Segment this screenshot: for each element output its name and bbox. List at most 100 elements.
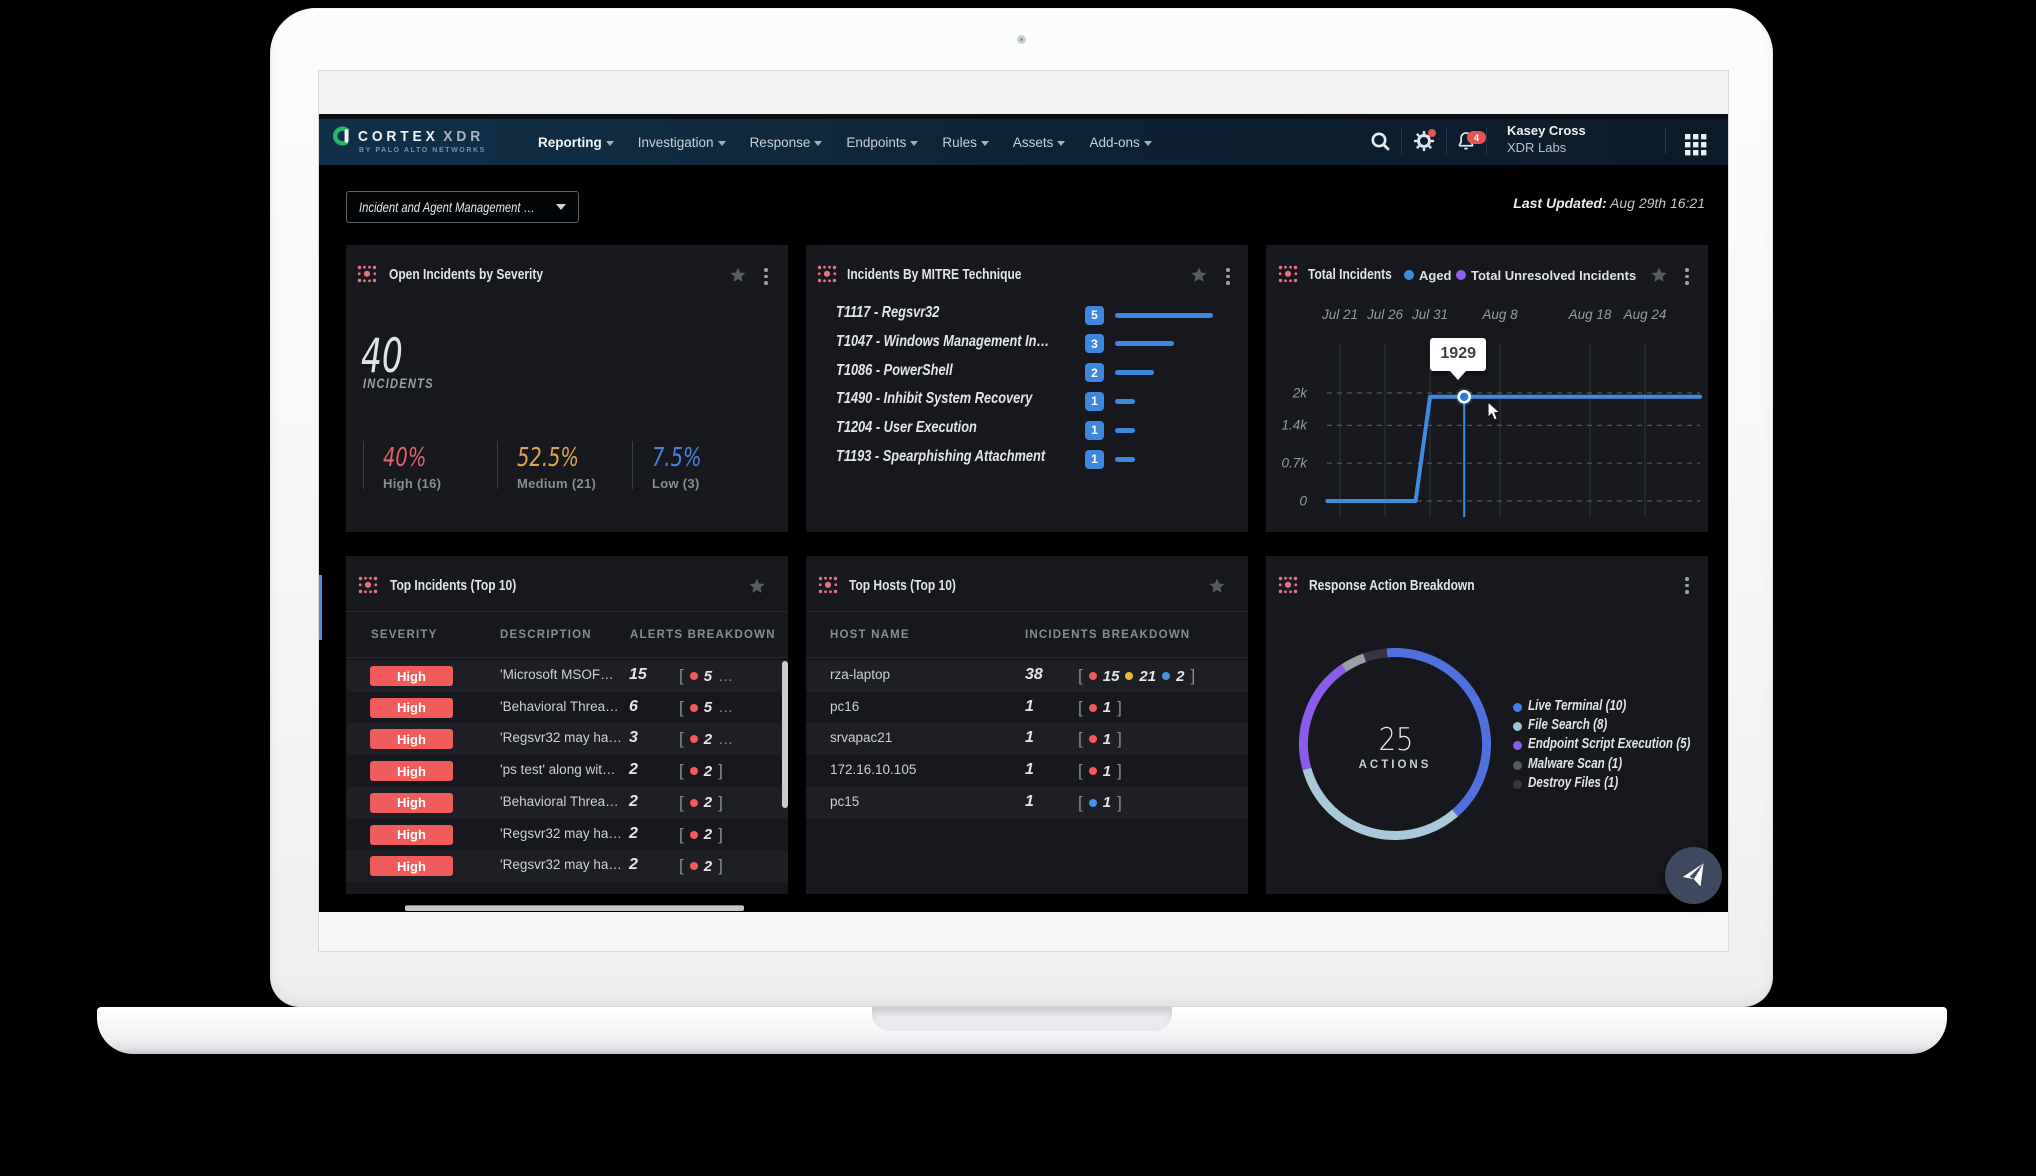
panel-title: Response Action Breakdown [1309, 577, 1475, 594]
nav-item-reporting[interactable]: Reporting [538, 135, 614, 150]
star-icon[interactable] [748, 577, 766, 595]
mitre-count-chip: 3 [1085, 334, 1104, 353]
divider [806, 657, 1248, 658]
nav-item-endpoints[interactable]: Endpoints [846, 135, 918, 150]
scene: CORTEXXDR BY PALO ALTO NETWORKS Reportin… [0, 0, 2036, 1176]
mitre-count-chip: 1 [1085, 450, 1104, 469]
panel-title: Top Hosts (Top 10) [849, 577, 956, 594]
alerts-breakdown: [2] [679, 856, 723, 876]
incidents-breakdown: [15212] [1078, 666, 1195, 686]
stat-pct-low: 7.5% [652, 443, 702, 473]
mitre-row-label: T1204 - User Execution [836, 419, 977, 437]
kebab-menu-icon[interactable] [764, 268, 768, 285]
kebab-menu-icon[interactable] [1226, 268, 1230, 285]
user-org: XDR Labs [1507, 140, 1566, 155]
donut-legend-label[interactable]: File Search (8) [1528, 717, 1607, 733]
last-updated-value: Aug 29th 16:21 [1610, 195, 1705, 211]
table-row[interactable]: High 'Behavioral Threa… 6 [5… [346, 692, 788, 724]
table-row[interactable]: High 'Regsvr32 may ha… 2 [2] [346, 850, 788, 882]
dashboard-selector[interactable]: Incident and Agent Management … [346, 191, 579, 223]
apps-grid-icon[interactable] [1685, 134, 1707, 156]
severity-badge: High [370, 825, 453, 845]
table-row[interactable]: High 'Microsoft MSOF… 15 [5… [346, 660, 788, 692]
host-name: pc16 [830, 699, 859, 714]
severity-badge: High [370, 856, 453, 876]
brand-subtitle: BY PALO ALTO NETWORKS [359, 147, 486, 154]
donut-legend-dot [1513, 703, 1522, 712]
kebab-menu-icon[interactable] [1685, 577, 1689, 594]
donut-legend-label[interactable]: Malware Scan (1) [1528, 756, 1622, 772]
alerts-count: 3 [629, 729, 638, 747]
donut-legend-label[interactable]: Live Terminal (10) [1528, 698, 1626, 714]
table-row[interactable]: rza-laptop 38 [15212] [806, 660, 1248, 692]
nav-item-investigation[interactable]: Investigation [638, 135, 726, 150]
chevron-down-icon [556, 204, 566, 210]
page-bottom-strip [319, 912, 1728, 951]
nav-separator [1486, 128, 1487, 154]
star-icon[interactable] [729, 266, 747, 284]
alerts-breakdown: [5… [679, 698, 734, 718]
mitre-bar [1115, 399, 1135, 404]
chevron-down-icon [606, 141, 614, 146]
stat-divider [497, 441, 498, 489]
dashboard-selector-value: Incident and Agent Management … [359, 199, 535, 215]
mitre-bar [1115, 313, 1213, 318]
table-row[interactable]: pc16 1 [1] [806, 692, 1248, 724]
search-icon[interactable] [1369, 130, 1391, 152]
nav-item-assets[interactable]: Assets [1013, 135, 1066, 150]
table-row[interactable]: High 'Regsvr32 may ha… 2 [2] [346, 819, 788, 851]
horizontal-scrollbar-thumb[interactable] [405, 905, 744, 911]
mitre-row-label: T1117 - Regsvr32 [836, 304, 939, 322]
mitre-row-label: T1193 - Spearphishing Attachment [836, 448, 1045, 466]
stat-label-low: Low (3) [652, 476, 700, 491]
mitre-count-chip: 1 [1085, 392, 1104, 411]
gear-alert-dot [1428, 129, 1436, 137]
host-name: rza-laptop [830, 667, 890, 682]
panel-title: Open Incidents by Severity [389, 266, 543, 283]
donut-legend-label[interactable]: Endpoint Script Execution (5) [1528, 736, 1690, 752]
host-name: 172.16.10.105 [830, 762, 916, 777]
col-header-severity: SEVERITY [371, 629, 437, 641]
chart-tooltip: 1929 [1430, 338, 1486, 371]
vertical-scrollbar-thumb[interactable] [782, 661, 788, 808]
mitre-row-label: T1047 - Windows Management In… [836, 333, 1049, 351]
table-row[interactable]: High 'Behavioral Threa… 2 [2] [346, 787, 788, 819]
donut-legend-label[interactable]: Destroy Files (1) [1528, 775, 1618, 791]
incidents-count: 1 [1025, 793, 1034, 811]
donut-center-label: ACTIONS [1345, 759, 1445, 771]
incident-description: 'Regsvr32 may ha… [500, 826, 622, 841]
cortex-logo-icon [333, 126, 353, 146]
table-row[interactable]: High 'Regsvr32 may ha… 3 [2… [346, 723, 788, 755]
severity-badge: High [370, 729, 453, 749]
blue-edge-artifact [319, 575, 322, 640]
table-row[interactable]: srvapac21 1 [1] [806, 723, 1248, 755]
incidents-count: 1 [1025, 761, 1034, 779]
stat-pct-medium: 52.5% [517, 443, 579, 473]
divider [346, 611, 788, 612]
nav-item-response[interactable]: Response [750, 135, 823, 150]
table-row[interactable]: 172.16.10.105 1 [1] [806, 755, 1248, 787]
nav-separator [1665, 128, 1666, 154]
laptop-camera [1017, 35, 1026, 44]
star-icon[interactable] [1190, 266, 1208, 284]
chat-button[interactable] [1665, 847, 1722, 904]
incident-description: 'Behavioral Threa… [500, 699, 619, 714]
user-name[interactable]: Kasey Cross [1507, 123, 1586, 138]
mitre-count-chip: 1 [1085, 421, 1104, 440]
stat-label-medium: Medium (21) [517, 476, 596, 491]
severity-badge: High [370, 793, 453, 813]
chevron-down-icon [718, 141, 726, 146]
stat-pct-high: 40% [383, 443, 426, 473]
notification-badge: 4 [1467, 131, 1486, 144]
nav-item-rules[interactable]: Rules [942, 135, 989, 150]
table-row[interactable]: pc15 1 [1] [806, 787, 1248, 819]
alerts-count: 6 [629, 698, 638, 716]
incident-description: 'Microsoft MSOF… [500, 667, 614, 682]
star-icon[interactable] [1208, 577, 1226, 595]
chevron-down-icon [1057, 141, 1065, 146]
incident-description: 'Regsvr32 may ha… [500, 730, 622, 745]
table-row[interactable]: High 'ps test' along wit… 2 [2] [346, 755, 788, 787]
alerts-breakdown: [2] [679, 761, 723, 781]
nav-item-addons[interactable]: Add-ons [1089, 135, 1151, 150]
alerts-breakdown: [2… [679, 729, 734, 749]
